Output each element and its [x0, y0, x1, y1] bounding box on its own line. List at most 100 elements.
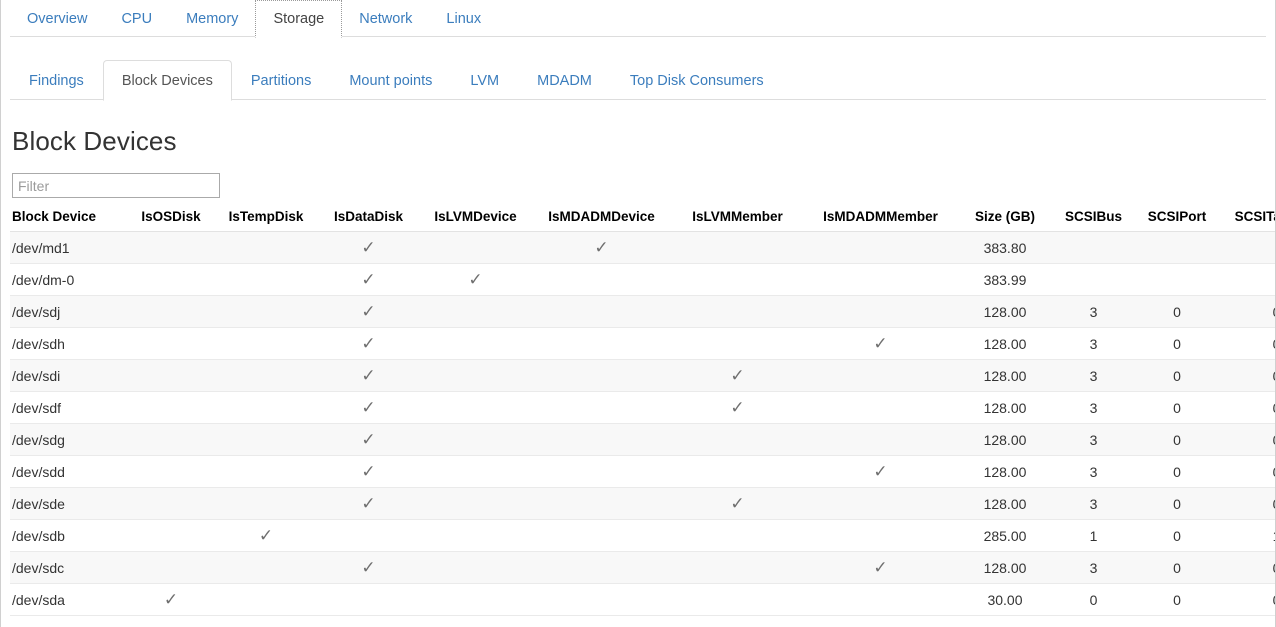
cell-is-lvm-device [419, 424, 532, 456]
cell-scsi-target-id: 0 [1220, 488, 1276, 520]
cell-is-mdadm-device [532, 360, 671, 392]
cell-is-mdadm-device [532, 328, 671, 360]
cell-size-gb: 30.00 [957, 584, 1053, 616]
check-icon: ✓ [468, 271, 482, 288]
cell-is-mdadm-member [804, 520, 957, 552]
column-header-size[interactable]: Size (GB) [957, 207, 1053, 232]
cell-is-lvm-member [671, 232, 804, 264]
cell-scsi-target-id [1220, 264, 1276, 296]
table-row[interactable]: /dev/md1✓✓383.80 [10, 232, 1276, 264]
cell-scsi-port: 0 [1134, 552, 1220, 584]
cell-scsi-port: 0 [1134, 424, 1220, 456]
secondary-tab-lvm[interactable]: LVM [451, 61, 518, 100]
primary-tab-linux[interactable]: Linux [429, 0, 498, 37]
cell-is-lvm-device [419, 456, 532, 488]
column-header-mdadmdevice[interactable]: IsMDADMDevice [532, 207, 671, 232]
primary-tab-network[interactable]: Network [342, 0, 429, 37]
cell-scsi-bus: 3 [1053, 360, 1134, 392]
cell-is-mdadm-device [532, 392, 671, 424]
primary-tab-storage[interactable]: Storage [255, 0, 342, 38]
cell-block-device: /dev/sdb [10, 520, 128, 552]
table-row[interactable]: /dev/sdf✓✓128.003008 [10, 392, 1276, 424]
cell-scsi-bus: 3 [1053, 456, 1134, 488]
cell-size-gb: 128.00 [957, 328, 1053, 360]
cell-scsi-port: 0 [1134, 488, 1220, 520]
column-header-lvmmember[interactable]: IsLVMMember [671, 207, 804, 232]
cell-scsi-target-id [1220, 232, 1276, 264]
cell-is-data-disk [318, 584, 419, 616]
column-header-tempdisk[interactable]: IsTempDisk [214, 207, 318, 232]
cell-is-lvm-device [419, 360, 532, 392]
secondary-tab-findings[interactable]: Findings [10, 61, 103, 100]
check-icon: ✓ [361, 463, 375, 480]
primary-tab-memory[interactable]: Memory [169, 0, 255, 37]
cell-scsi-bus [1053, 264, 1134, 296]
check-icon: ✓ [361, 367, 375, 384]
table-row[interactable]: /dev/dm-0✓✓383.99 [10, 264, 1276, 296]
secondary-tab-mount-points[interactable]: Mount points [330, 61, 451, 100]
secondary-tab-top-disk-consumers[interactable]: Top Disk Consumers [611, 61, 783, 100]
page-root: OverviewCPUMemoryStorageNetworkLinux Fin… [0, 0, 1276, 627]
cell-scsi-port: 0 [1134, 328, 1220, 360]
check-icon: ✓ [361, 431, 375, 448]
cell-size-gb: 383.80 [957, 232, 1053, 264]
cell-block-device: /dev/sdf [10, 392, 128, 424]
column-header-device[interactable]: Block Device [10, 207, 128, 232]
cell-is-mdadm-device [532, 552, 671, 584]
cell-block-device: /dev/sdg [10, 424, 128, 456]
column-header-scsibus[interactable]: SCSIBus [1053, 207, 1134, 232]
table-row[interactable]: /dev/sde✓✓128.003005 [10, 488, 1276, 520]
secondary-tab-block-devices[interactable]: Block Devices [103, 60, 232, 101]
cell-scsi-bus: 3 [1053, 488, 1134, 520]
cell-scsi-port: 0 [1134, 360, 1220, 392]
table-row[interactable]: /dev/sdj✓128.003004 [10, 296, 1276, 328]
filter-input[interactable] [12, 173, 220, 198]
column-header-datadisk[interactable]: IsDataDisk [318, 207, 419, 232]
column-header-mdadmmember[interactable]: IsMDADMMember [804, 207, 957, 232]
cell-is-mdadm-member [804, 360, 957, 392]
check-icon: ✓ [361, 303, 375, 320]
cell-is-mdadm-device: ✓ [532, 232, 671, 264]
check-icon: ✓ [594, 239, 608, 256]
cell-scsi-port [1134, 232, 1220, 264]
column-header-lvmdevice[interactable]: IsLVMDevice [419, 207, 532, 232]
table-row[interactable]: /dev/sdd✓✓128.003002 [10, 456, 1276, 488]
check-icon: ✓ [730, 399, 744, 416]
cell-is-mdadm-member: ✓ [804, 552, 957, 584]
cell-block-device: /dev/sdd [10, 456, 128, 488]
check-icon: ✓ [873, 463, 887, 480]
cell-block-device: /dev/sde [10, 488, 128, 520]
table-row[interactable]: /dev/sdh✓✓128.003001 [10, 328, 1276, 360]
table-row[interactable]: /dev/sdb✓285.001010 [10, 520, 1276, 552]
cell-is-data-disk: ✓ [318, 392, 419, 424]
cell-is-temp-disk [214, 232, 318, 264]
cell-scsi-bus: 3 [1053, 328, 1134, 360]
cell-scsi-port: 0 [1134, 584, 1220, 616]
secondary-tab-partitions[interactable]: Partitions [232, 61, 330, 100]
cell-scsi-port: 0 [1134, 520, 1220, 552]
table-row[interactable]: /dev/sdi✓✓128.003003 [10, 360, 1276, 392]
table-row[interactable]: /dev/sdc✓✓128.003007 [10, 552, 1276, 584]
column-header-scsitarget[interactable]: SCSITargetId [1220, 207, 1276, 232]
cell-is-lvm-device [419, 392, 532, 424]
cell-is-data-disk: ✓ [318, 456, 419, 488]
primary-tab-overview[interactable]: Overview [10, 0, 104, 37]
cell-is-os-disk [128, 296, 214, 328]
secondary-tab-mdadm[interactable]: MDADM [518, 61, 611, 100]
cell-is-temp-disk [214, 328, 318, 360]
check-icon: ✓ [873, 335, 887, 352]
column-header-scsiport[interactable]: SCSIPort [1134, 207, 1220, 232]
cell-is-lvm-device: ✓ [419, 264, 532, 296]
cell-size-gb: 285.00 [957, 520, 1053, 552]
column-header-osdisk[interactable]: IsOSDisk [128, 207, 214, 232]
cell-scsi-bus: 3 [1053, 296, 1134, 328]
primary-tab-cpu[interactable]: CPU [104, 0, 169, 37]
cell-is-temp-disk [214, 456, 318, 488]
table-row[interactable]: /dev/sda✓30.000000 [10, 584, 1276, 616]
cell-scsi-port [1134, 264, 1220, 296]
table-row[interactable]: /dev/sdg✓128.003006 [10, 424, 1276, 456]
cell-is-os-disk [128, 552, 214, 584]
cell-block-device: /dev/md1 [10, 232, 128, 264]
cell-is-os-disk [128, 232, 214, 264]
cell-scsi-target-id: 0 [1220, 296, 1276, 328]
